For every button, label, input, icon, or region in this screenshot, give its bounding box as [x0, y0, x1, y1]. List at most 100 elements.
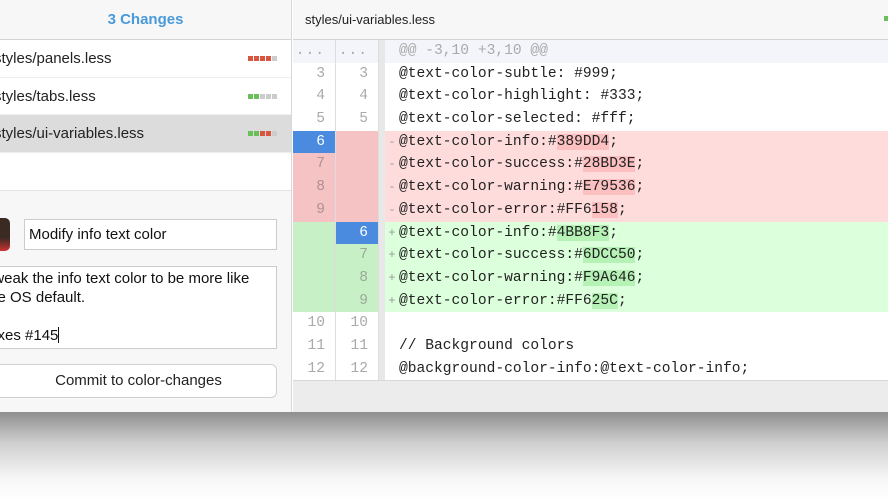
- file-list-item[interactable]: styles/tabs.less: [0, 77, 291, 116]
- diff-stat-icon: [248, 131, 277, 137]
- file-list: styles/panels.less styles/tabs.less styles…: [0, 40, 291, 153]
- code-segment: // Background colors: [399, 337, 575, 354]
- code-segment: @text-color-info:#: [399, 224, 557, 241]
- code-segment: ;: [609, 224, 618, 241]
- new-line-number[interactable]: ...: [336, 40, 379, 63]
- old-line-number[interactable]: 6: [293, 130, 336, 154]
- old-line-number[interactable]: 10: [293, 312, 336, 335]
- file-name: styles/ui-variables.less: [0, 125, 145, 143]
- diff-sign: [385, 312, 399, 335]
- code-segment: @text-color-error:#FF6: [399, 201, 592, 218]
- old-line-number[interactable]: 9: [293, 198, 336, 222]
- old-line-number[interactable]: [293, 289, 336, 313]
- diff-stat-icon: [248, 56, 277, 61]
- code-text: @text-color-info:#389DD4;: [399, 131, 888, 154]
- diff-line: 9 - @text-color-error:#FF6158;: [293, 198, 888, 222]
- old-line-number[interactable]: 4: [293, 85, 336, 109]
- code-text: @background-color-info:@text-color-info;: [399, 358, 888, 381]
- diff-stat-icon: [248, 93, 277, 99]
- commit-button[interactable]: Commit to color-changes: [0, 364, 277, 398]
- file-list-item[interactable]: styles/panels.less: [0, 40, 291, 78]
- code-segment: @text-color-subtle: #999;: [399, 65, 618, 82]
- stat-block: [266, 93, 271, 99]
- new-line-number[interactable]: [336, 130, 379, 154]
- code-text: @text-color-success:#6DCC50;: [399, 244, 888, 267]
- stat-block: [260, 56, 265, 61]
- old-line-number[interactable]: 11: [293, 334, 336, 358]
- old-line-number[interactable]: 12: [293, 357, 336, 381]
- new-line-number[interactable]: 11: [336, 334, 379, 358]
- new-line-number[interactable]: 10: [336, 312, 379, 335]
- old-line-number[interactable]: [293, 266, 336, 290]
- new-line-number[interactable]: [336, 153, 379, 177]
- diff-line: 10 10: [293, 312, 888, 335]
- stat-block: [272, 131, 277, 137]
- diff-line: 4 4 @text-color-highlight: #333;: [293, 85, 888, 109]
- changed-segment: 6DCC50: [582, 247, 636, 264]
- code-segment: @@ -3,10 +3,10 @@: [399, 43, 548, 59]
- diff-line: 12 12 @background-color-info:@text-color-i…: [293, 357, 888, 381]
- code-segment: @text-color-success:#: [399, 247, 583, 264]
- changed-segment: E79536: [582, 179, 636, 196]
- diff-sign: -: [388, 180, 396, 195]
- new-line-number[interactable]: 12: [336, 357, 379, 381]
- code-text: @text-color-success:#28BD3E;: [399, 153, 888, 176]
- old-line-number[interactable]: 3: [293, 62, 336, 86]
- code-segment: @background-color-info:@text-color-info;: [399, 360, 750, 377]
- old-line-number[interactable]: 7: [293, 153, 336, 177]
- diff-line: 8 - @text-color-warning:#E79536;: [293, 176, 888, 199]
- text-caret: [58, 327, 60, 343]
- code-text: @text-color-selected: #fff;: [399, 108, 888, 131]
- app-window: 3 Changes styles/panels.less styles/tabs.…: [0, 0, 888, 412]
- stat-block: [248, 56, 253, 61]
- diff-file-name: styles/ui-variables.less: [305, 12, 436, 27]
- new-line-number[interactable]: 6: [336, 221, 379, 245]
- new-line-number[interactable]: 5: [336, 108, 379, 131]
- changed-segment: 25C: [591, 292, 618, 309]
- new-line-number[interactable]: [336, 198, 379, 222]
- file-list-empty: [0, 152, 291, 191]
- old-line-number[interactable]: [293, 244, 336, 267]
- stat-block: [272, 93, 277, 99]
- diff-header: styles/ui-variables.less: [293, 0, 888, 40]
- diff-sign: -: [388, 157, 396, 172]
- code-segment: ;: [635, 156, 645, 173]
- diff-line: 3 3 @text-color-subtle: #999;: [293, 62, 888, 86]
- old-line-number[interactable]: 5: [293, 108, 336, 131]
- window-shadow: [0, 412, 888, 500]
- new-line-number[interactable]: [336, 176, 379, 199]
- diff-line: 9 + @text-color-error:#FF625C;: [293, 289, 888, 313]
- code-segment: ;: [617, 201, 627, 218]
- description-text: Tweak the info text color to be more lik…: [0, 270, 250, 344]
- file-list-item[interactable]: styles/ui-variables.less: [0, 115, 291, 153]
- stat-block: [254, 131, 259, 137]
- commit-description-input[interactable]: Tweak the info text color to be more lik…: [0, 266, 277, 349]
- code-segment: ;: [609, 133, 618, 150]
- diff-sign: +: [388, 270, 396, 285]
- commit-summary-input[interactable]: Modify info text color: [24, 219, 277, 250]
- code-segment: @text-color-selected: #fff;: [399, 111, 636, 128]
- stat-block: [260, 93, 265, 99]
- new-line-number[interactable]: 8: [336, 266, 379, 290]
- code-segment: @text-color-info:#: [399, 133, 557, 150]
- new-line-number[interactable]: 4: [336, 85, 379, 109]
- new-line-number[interactable]: 9: [336, 289, 379, 313]
- old-line-number[interactable]: [293, 221, 336, 245]
- code-text: @text-color-info:#4BB8F3;: [399, 222, 888, 245]
- code-text: @@ -3,10 +3,10 @@: [399, 40, 888, 63]
- old-line-number[interactable]: ...: [293, 40, 336, 63]
- old-line-number[interactable]: 8: [293, 176, 336, 199]
- code-text: @text-color-highlight: #333;: [399, 85, 888, 108]
- diff-sign: -: [388, 134, 396, 149]
- new-line-number[interactable]: 7: [336, 244, 379, 267]
- diff-sign: -: [388, 202, 396, 217]
- diff-sign: +: [388, 225, 396, 240]
- new-line-number[interactable]: 3: [336, 62, 379, 86]
- stat-block: [248, 131, 253, 137]
- stat-block: [266, 56, 271, 61]
- avatar: [0, 218, 10, 251]
- diff-line: ...... @@ -3,10 +3,10 @@: [293, 40, 888, 63]
- diff-sign: [385, 85, 399, 108]
- code-segment: @text-color-warning:#: [399, 269, 583, 286]
